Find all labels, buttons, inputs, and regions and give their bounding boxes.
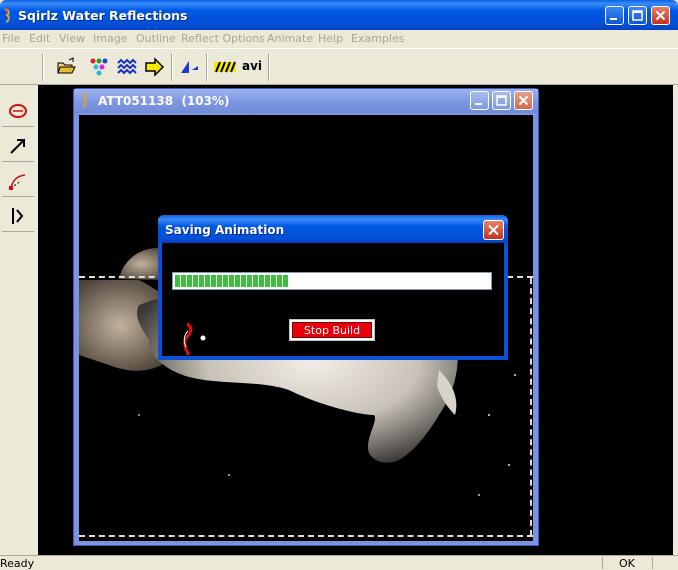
arrow-tool-icon [10, 139, 25, 154]
progress-segment [193, 275, 198, 287]
minimize-icon [610, 18, 617, 20]
status-text: Ready [0, 557, 35, 570]
progress-segment [265, 275, 270, 287]
ripple-button[interactable] [214, 57, 236, 77]
avi-button[interactable]: avi [242, 59, 262, 73]
squirrel-animation-icon [183, 322, 206, 356]
ripple-icon [214, 61, 236, 73]
toolbar-separator [268, 53, 270, 81]
open-folder-icon [57, 57, 76, 74]
progress-fill [175, 275, 288, 287]
app-title: Sqirlz Water Reflections [18, 8, 188, 23]
progress-bar [172, 272, 492, 290]
progress-segment [235, 275, 240, 287]
squirrel-icon [4, 8, 10, 23]
progress-segment [187, 275, 192, 287]
close-icon [655, 10, 666, 21]
child-minimize-button[interactable] [470, 91, 489, 110]
progress-segment [271, 275, 276, 287]
perspective-button[interactable] [179, 57, 201, 77]
maximize-button[interactable] [628, 6, 647, 25]
stop-build-label: Stop Build [292, 322, 372, 338]
progress-segment [283, 275, 288, 287]
menu-animate[interactable]: Animate [267, 32, 313, 45]
menu-bar: File Edit View Image Outline Reflect Opt… [0, 30, 678, 48]
menu-file[interactable]: File [2, 32, 20, 45]
progress-segment [223, 275, 228, 287]
dialog-title: Saving Animation [165, 223, 285, 237]
minimize-icon [475, 103, 482, 105]
curve-tool-icon [9, 174, 26, 190]
reflection-right-line[interactable] [530, 278, 532, 536]
menu-edit[interactable]: Edit [29, 32, 50, 45]
colors-button[interactable] [89, 57, 111, 77]
maximize-icon [632, 10, 643, 21]
image-name: ATT051138 [98, 94, 174, 108]
progress-segment [175, 275, 180, 287]
curve-tool-button[interactable] [2, 165, 34, 197]
color-dots-icon [90, 58, 108, 76]
progress-segment [247, 275, 252, 287]
waves-icon [117, 58, 137, 75]
toolbar: avi [0, 48, 678, 85]
menu-reflect-options[interactable]: Reflect Options [181, 32, 265, 45]
image-window-titlebar[interactable]: ATT051138 (103%) [74, 89, 538, 113]
status-divider [652, 557, 653, 569]
toolbar-separator [206, 53, 208, 81]
ellipse-tool-icon [9, 104, 27, 118]
menu-outline[interactable]: Outline [136, 32, 176, 45]
ellipse-tool-button[interactable] [2, 95, 34, 127]
triangle-icon [181, 61, 198, 73]
tool-strip [0, 85, 38, 555]
app-titlebar[interactable]: Sqirlz Water Reflections [0, 0, 678, 30]
maximize-icon [496, 95, 507, 106]
dialog-titlebar[interactable]: Saving Animation [158, 215, 508, 243]
image-window-title: ATT051138 (103%) [98, 94, 230, 108]
toolbar-separator [42, 53, 44, 81]
close-icon [518, 95, 529, 106]
close-icon [488, 224, 499, 236]
progress-segment [277, 275, 282, 287]
progress-segment [241, 275, 246, 287]
workspace-edge [673, 85, 678, 555]
toolbar-separator [171, 53, 173, 81]
progress-segment [217, 275, 222, 287]
progress-segment [211, 275, 216, 287]
forward-button[interactable] [144, 57, 166, 77]
menu-help[interactable]: Help [318, 32, 343, 45]
reflection-bottom-line[interactable] [79, 535, 533, 537]
progress-segment [199, 275, 204, 287]
dialog-body: Stop Build [162, 243, 504, 356]
status-divider [602, 557, 603, 569]
progress-segment [229, 275, 234, 287]
arrow-right-icon [145, 57, 165, 77]
progress-segment [253, 275, 258, 287]
split-tool-icon [12, 208, 24, 224]
child-close-button[interactable] [514, 91, 533, 110]
child-maximize-button[interactable] [492, 91, 511, 110]
close-button[interactable] [651, 6, 670, 25]
progress-segment [181, 275, 186, 287]
menu-examples[interactable]: Examples [351, 32, 404, 45]
saving-animation-dialog: Saving Animation Stop Build [158, 215, 508, 360]
squirrel-icon [81, 93, 87, 108]
open-button[interactable] [56, 57, 78, 77]
minimize-button[interactable] [605, 6, 624, 25]
menu-image[interactable]: Image [93, 32, 127, 45]
stop-build-button[interactable]: Stop Build [289, 319, 375, 341]
status-bar: Ready OK [0, 555, 678, 570]
progress-segment [259, 275, 264, 287]
dialog-close-button[interactable] [483, 220, 504, 240]
split-tool-button[interactable] [2, 200, 34, 232]
waves-button[interactable] [117, 57, 139, 77]
status-indicator: OK [619, 557, 635, 570]
progress-segment [205, 275, 210, 287]
arrow-tool-button[interactable] [2, 130, 34, 162]
zoom-level: (103%) [181, 94, 230, 108]
menu-view[interactable]: View [59, 32, 85, 45]
